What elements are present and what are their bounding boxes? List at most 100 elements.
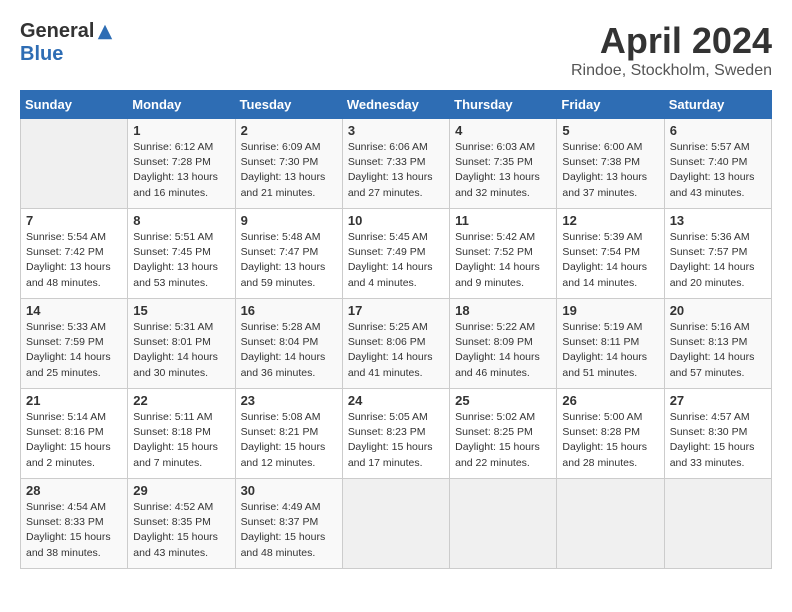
day-number: 16 (241, 303, 337, 318)
day-info-line: Sunset: 8:21 PM (241, 425, 337, 440)
day-info-line: Sunset: 7:28 PM (133, 155, 229, 170)
day-info-line: Sunrise: 5:02 AM (455, 410, 551, 425)
day-info-line: Daylight: 15 hours (133, 440, 229, 455)
day-info-line: Sunset: 7:49 PM (348, 245, 444, 260)
day-info-line: Sunrise: 4:52 AM (133, 500, 229, 515)
day-info: Sunrise: 5:16 AMSunset: 8:13 PMDaylight:… (670, 320, 766, 381)
day-info-line: and 59 minutes. (241, 276, 337, 291)
day-info-line: and 43 minutes. (670, 186, 766, 201)
day-info-line: and 33 minutes. (670, 456, 766, 471)
week-row-3: 14Sunrise: 5:33 AMSunset: 7:59 PMDayligh… (21, 299, 772, 389)
day-info-line: Sunset: 7:59 PM (26, 335, 122, 350)
day-number: 6 (670, 123, 766, 138)
day-number: 20 (670, 303, 766, 318)
day-info-line: Sunrise: 5:16 AM (670, 320, 766, 335)
day-cell: 17Sunrise: 5:25 AMSunset: 8:06 PMDayligh… (342, 299, 449, 389)
day-info-line: Sunrise: 5:48 AM (241, 230, 337, 245)
day-info: Sunrise: 5:05 AMSunset: 8:23 PMDaylight:… (348, 410, 444, 471)
day-cell: 22Sunrise: 5:11 AMSunset: 8:18 PMDayligh… (128, 389, 235, 479)
day-info-line: Sunrise: 5:31 AM (133, 320, 229, 335)
day-number: 26 (562, 393, 658, 408)
day-info-line: and 17 minutes. (348, 456, 444, 471)
day-info: Sunrise: 4:57 AMSunset: 8:30 PMDaylight:… (670, 410, 766, 471)
day-info-line: and 43 minutes. (133, 546, 229, 561)
col-header-tuesday: Tuesday (235, 91, 342, 119)
day-info-line: and 12 minutes. (241, 456, 337, 471)
day-cell: 30Sunrise: 4:49 AMSunset: 8:37 PMDayligh… (235, 479, 342, 569)
week-row-4: 21Sunrise: 5:14 AMSunset: 8:16 PMDayligh… (21, 389, 772, 479)
day-info-line: Sunrise: 4:49 AM (241, 500, 337, 515)
day-info-line: and 36 minutes. (241, 366, 337, 381)
day-info-line: and 7 minutes. (133, 456, 229, 471)
header-row: SundayMondayTuesdayWednesdayThursdayFrid… (21, 91, 772, 119)
day-info-line: Sunrise: 5:42 AM (455, 230, 551, 245)
day-info-line: Sunrise: 5:22 AM (455, 320, 551, 335)
day-info-line: Sunrise: 5:28 AM (241, 320, 337, 335)
day-cell: 6Sunrise: 5:57 AMSunset: 7:40 PMDaylight… (664, 119, 771, 209)
day-info-line: Daylight: 14 hours (670, 350, 766, 365)
day-info-line: Sunrise: 4:57 AM (670, 410, 766, 425)
day-info: Sunrise: 6:06 AMSunset: 7:33 PMDaylight:… (348, 140, 444, 201)
day-info-line: and 2 minutes. (26, 456, 122, 471)
day-number: 29 (133, 483, 229, 498)
day-cell: 25Sunrise: 5:02 AMSunset: 8:25 PMDayligh… (450, 389, 557, 479)
day-info: Sunrise: 5:42 AMSunset: 7:52 PMDaylight:… (455, 230, 551, 291)
day-info-line: Daylight: 13 hours (26, 260, 122, 275)
day-info-line: Daylight: 14 hours (670, 260, 766, 275)
day-cell: 20 Sunrise: 5:16 AMSunset: 8:13 PMDayligh… (664, 299, 771, 389)
day-number: 15 (133, 303, 229, 318)
day-info-line: Sunrise: 5:51 AM (133, 230, 229, 245)
day-number: 2 (241, 123, 337, 138)
day-info-line: Daylight: 14 hours (133, 350, 229, 365)
day-info: Sunrise: 5:28 AMSunset: 8:04 PMDaylight:… (241, 320, 337, 381)
day-info-line: and 9 minutes. (455, 276, 551, 291)
day-info-line: Daylight: 15 hours (241, 530, 337, 545)
day-cell: 4 Sunrise: 6:03 AMSunset: 7:35 PMDaylight… (450, 119, 557, 209)
day-number: 3 (348, 123, 444, 138)
day-info-line: Sunrise: 6:06 AM (348, 140, 444, 155)
day-info-line: Daylight: 13 hours (562, 170, 658, 185)
day-cell (342, 479, 449, 569)
day-info: Sunrise: 5:25 AMSunset: 8:06 PMDaylight:… (348, 320, 444, 381)
day-cell: 14Sunrise: 5:33 AMSunset: 7:59 PMDayligh… (21, 299, 128, 389)
day-number: 11 (455, 213, 551, 228)
location: Rindoe, Stockholm, Sweden (571, 62, 772, 80)
day-info-line: Daylight: 15 hours (26, 440, 122, 455)
logo-icon (96, 23, 114, 41)
day-info-line: Sunrise: 5:14 AM (26, 410, 122, 425)
day-cell: 24Sunrise: 5:05 AMSunset: 8:23 PMDayligh… (342, 389, 449, 479)
day-info-line: Sunset: 8:04 PM (241, 335, 337, 350)
day-info: Sunrise: 6:12 AMSunset: 7:28 PMDaylight:… (133, 140, 229, 201)
day-info-line: and 48 minutes. (26, 276, 122, 291)
week-row-2: 7Sunrise: 5:54 AMSunset: 7:42 PMDaylight… (21, 209, 772, 299)
day-number: 28 (26, 483, 122, 498)
day-info-line: Daylight: 14 hours (348, 260, 444, 275)
day-info-line: and 22 minutes. (455, 456, 551, 471)
day-cell: 18Sunrise: 5:22 AMSunset: 8:09 PMDayligh… (450, 299, 557, 389)
day-info-line: Sunrise: 5:33 AM (26, 320, 122, 335)
day-info-line: Sunrise: 6:00 AM (562, 140, 658, 155)
day-info-line: Sunset: 8:18 PM (133, 425, 229, 440)
day-info-line: Sunset: 7:38 PM (562, 155, 658, 170)
day-info-line: Sunrise: 5:45 AM (348, 230, 444, 245)
day-info-line: Sunset: 8:13 PM (670, 335, 766, 350)
day-number: 9 (241, 213, 337, 228)
day-info: Sunrise: 5:19 AMSunset: 8:11 PMDaylight:… (562, 320, 658, 381)
day-info-line: Sunset: 7:57 PM (670, 245, 766, 260)
day-number: 4 (455, 123, 551, 138)
day-info-line: and 14 minutes. (562, 276, 658, 291)
day-info-line: Sunset: 7:42 PM (26, 245, 122, 260)
day-info-line: Daylight: 13 hours (133, 260, 229, 275)
day-number: 10 (348, 213, 444, 228)
week-row-5: 28Sunrise: 4:54 AMSunset: 8:33 PMDayligh… (21, 479, 772, 569)
day-info-line: Sunset: 8:01 PM (133, 335, 229, 350)
day-info-line: Sunset: 8:23 PM (348, 425, 444, 440)
day-info: Sunrise: 4:52 AMSunset: 8:35 PMDaylight:… (133, 500, 229, 561)
day-info-line: Sunrise: 5:05 AM (348, 410, 444, 425)
day-cell: 27Sunrise: 4:57 AMSunset: 8:30 PMDayligh… (664, 389, 771, 479)
day-info-line: Sunrise: 5:39 AM (562, 230, 658, 245)
day-info-line: Daylight: 13 hours (133, 170, 229, 185)
day-info: Sunrise: 6:03 AMSunset: 7:35 PMDaylight:… (455, 140, 551, 201)
day-info: Sunrise: 4:49 AMSunset: 8:37 PMDaylight:… (241, 500, 337, 561)
day-info-line: Sunrise: 4:54 AM (26, 500, 122, 515)
